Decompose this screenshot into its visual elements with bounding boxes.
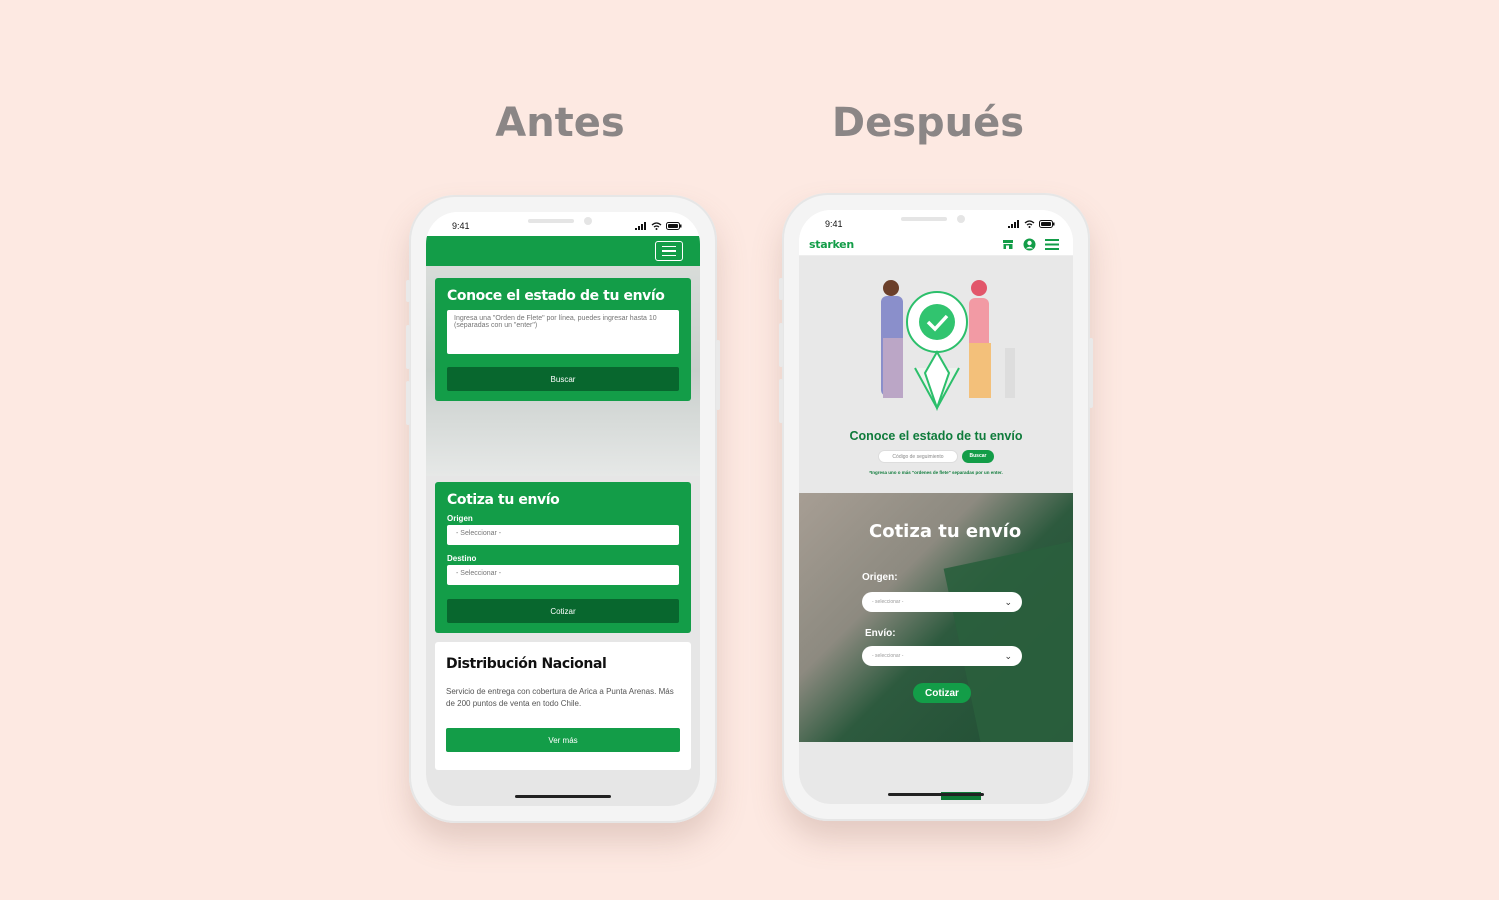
tracking-title: Conoce el estado de tu envío bbox=[447, 288, 665, 304]
status-time: 9:41 bbox=[452, 221, 470, 231]
wifi-icon bbox=[651, 222, 662, 230]
side-button bbox=[406, 381, 410, 425]
tracking-section: Conoce el estado de tu envío Código de s… bbox=[799, 256, 1073, 493]
search-button[interactable]: Buscar bbox=[447, 367, 679, 391]
national-card: Distribución Nacional Servicio de entreg… bbox=[435, 642, 691, 770]
shipment-label: Envío: bbox=[865, 628, 896, 639]
origin-select[interactable]: - seleccionar - ⌄ bbox=[862, 592, 1022, 612]
search-button[interactable]: Buscar bbox=[962, 450, 994, 463]
nav-icons bbox=[1002, 238, 1059, 251]
screen-after: 9:41 starken Conoce el estado de tu enví… bbox=[799, 210, 1073, 804]
tracking-title: Conoce el estado de tu envío bbox=[849, 429, 1023, 443]
chevron-down-icon: ⌄ bbox=[1004, 596, 1012, 607]
quote-title: Cotiza tu envío bbox=[447, 492, 560, 508]
see-more-button[interactable]: Ver más bbox=[446, 728, 680, 752]
side-button bbox=[406, 280, 410, 302]
chevron-down-icon: ⌄ bbox=[1004, 650, 1012, 661]
top-nav: starken bbox=[799, 234, 1073, 256]
screen-before: 9:41 Conoce el estado de tu envío Buscar… bbox=[426, 212, 700, 806]
status-icons bbox=[1008, 220, 1055, 228]
top-nav bbox=[426, 236, 700, 266]
notch bbox=[901, 214, 971, 224]
origin-select-value: - seleccionar - bbox=[872, 599, 904, 605]
phone-before: 9:41 Conoce el estado de tu envío Buscar… bbox=[406, 195, 720, 823]
quote-section: Cotiza tu envío Origen: - seleccionar - … bbox=[799, 493, 1073, 742]
battery-icon bbox=[1039, 220, 1055, 228]
user-icon[interactable] bbox=[1023, 238, 1036, 251]
national-text: Servicio de entrega con cobertura de Ari… bbox=[446, 687, 674, 708]
tracking-card: Conoce el estado de tu envío Buscar bbox=[435, 278, 691, 401]
side-button bbox=[779, 323, 783, 367]
tracking-code-input[interactable]: Código de seguimiento bbox=[878, 450, 958, 463]
tracking-search-row: Código de seguimiento Buscar bbox=[799, 450, 1073, 463]
tracking-note: *Ingresa uno o más "ordenes de flete" se… bbox=[869, 470, 1003, 475]
destination-select[interactable]: - Seleccionar - bbox=[447, 565, 679, 585]
status-time: 9:41 bbox=[825, 219, 843, 229]
side-button bbox=[779, 379, 783, 423]
quote-title: Cotiza tu envío bbox=[869, 521, 1022, 542]
background-photo bbox=[943, 541, 1073, 742]
quote-button[interactable]: Cotizar bbox=[447, 599, 679, 623]
origin-label: Origen: bbox=[862, 572, 898, 583]
hamburger-menu-icon[interactable] bbox=[655, 241, 683, 261]
notch bbox=[528, 216, 598, 226]
store-icon[interactable] bbox=[1002, 239, 1014, 250]
quote-card: Cotiza tu envío Origen - Seleccionar - D… bbox=[435, 482, 691, 633]
side-button bbox=[1089, 338, 1093, 408]
home-indicator bbox=[515, 795, 611, 798]
hero-banner: Conoce el estado de tu envío Buscar bbox=[426, 266, 700, 476]
destination-label: Destino bbox=[447, 554, 477, 563]
side-button bbox=[406, 325, 410, 369]
home-indicator bbox=[888, 793, 984, 796]
national-title: Distribución Nacional bbox=[446, 656, 607, 672]
delivery-illustration bbox=[881, 280, 1015, 412]
starken-logo[interactable]: starken bbox=[809, 238, 854, 251]
after-heading: Después bbox=[831, 100, 1025, 146]
shipment-select[interactable]: - seleccionar - ⌄ bbox=[862, 646, 1022, 666]
shipment-select-value: - seleccionar - bbox=[872, 653, 904, 659]
status-icons bbox=[635, 222, 682, 230]
side-button bbox=[716, 340, 720, 410]
hamburger-menu-icon[interactable] bbox=[1045, 239, 1059, 250]
wifi-icon bbox=[1024, 220, 1035, 228]
tracking-input[interactable] bbox=[447, 310, 679, 354]
page-body: Cotiza tu envío Origen - Seleccionar - D… bbox=[426, 476, 700, 806]
before-heading: Antes bbox=[495, 100, 625, 146]
side-button bbox=[779, 278, 783, 300]
origin-select[interactable]: - Seleccionar - bbox=[447, 525, 679, 545]
signal-icon bbox=[635, 222, 646, 230]
battery-icon bbox=[666, 222, 682, 230]
origin-label: Origen bbox=[447, 514, 473, 523]
signal-icon bbox=[1008, 220, 1019, 228]
phone-after: 9:41 starken Conoce el estado de tu enví… bbox=[779, 193, 1093, 821]
quote-button[interactable]: Cotizar bbox=[913, 683, 971, 703]
